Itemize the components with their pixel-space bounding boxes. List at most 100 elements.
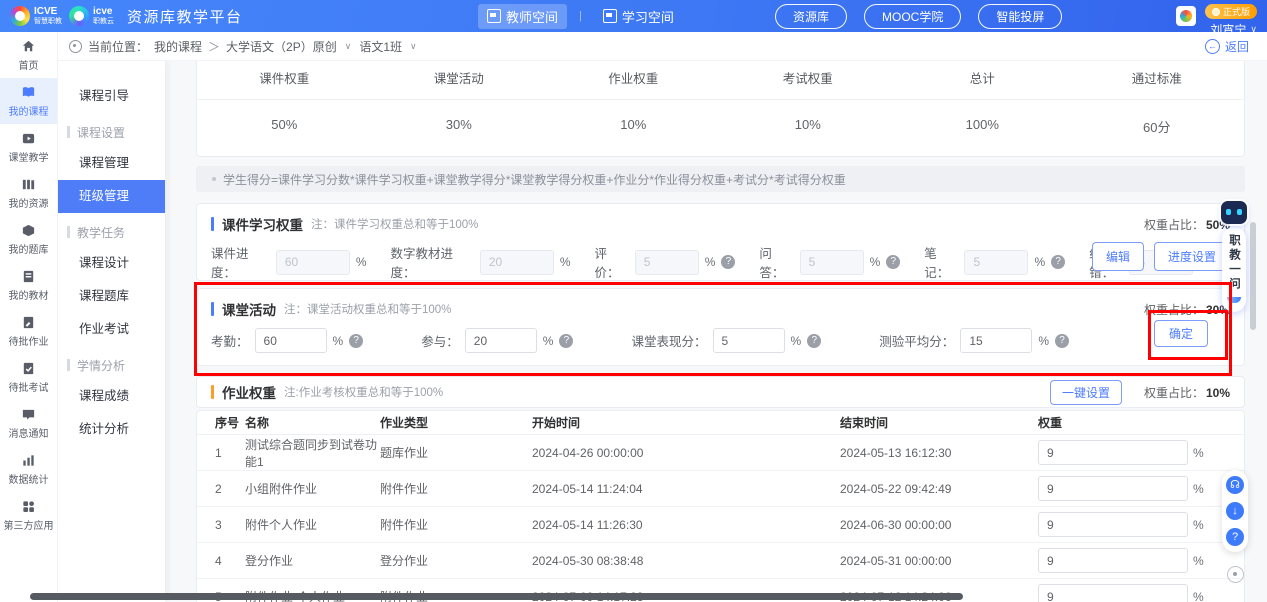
- sidebar-item-my-question-bank[interactable]: 我的题库: [0, 216, 57, 262]
- sidebar-item-home[interactable]: 首页: [0, 32, 57, 78]
- field-label: 评价：: [594, 243, 628, 281]
- cell-weight: %: [1038, 584, 1244, 602]
- sidebar-item-my-courses[interactable]: 我的课程: [0, 78, 57, 124]
- field-qa: 问答： % ?: [759, 243, 900, 281]
- help-icon[interactable]: ?: [1051, 255, 1065, 269]
- qa-input[interactable]: [800, 250, 864, 275]
- notes-input[interactable]: [964, 250, 1028, 275]
- menu-item-class-management[interactable]: 班级管理: [57, 180, 165, 213]
- mooc-academy-button[interactable]: MOOC学院: [864, 4, 961, 29]
- menu-item-homework-exam[interactable]: 作业考试: [57, 313, 165, 346]
- homework-table: 序号 名称 作业类型 开始时间 结束时间 权重 1 测试综合题同步到试卷功能1 …: [196, 410, 1245, 602]
- percent-sign: %: [1193, 554, 1204, 568]
- assistant-label: 职教一问: [1226, 234, 1242, 292]
- cell-end-time: 2024-05-13 16:12:30: [840, 446, 1038, 460]
- courseware-note: 注：课件学习权重总和等于100%: [311, 216, 478, 232]
- one-click-setup-button[interactable]: 一键设置: [1050, 380, 1122, 405]
- percent-sign: %: [1193, 446, 1204, 460]
- nav-teacher-space-label: 教师空间: [506, 7, 558, 26]
- confirm-button[interactable]: 确定: [1154, 320, 1208, 347]
- sidebar-label: 我的资源: [9, 195, 49, 210]
- help-icon[interactable]: ?: [559, 334, 573, 348]
- breadcrumb-prefix: 当前位置：: [88, 38, 148, 55]
- weight-input[interactable]: [1038, 440, 1188, 465]
- customer-service-icon[interactable]: ☊: [1226, 476, 1244, 494]
- evaluation-input[interactable]: [635, 250, 699, 275]
- menu-item-course-question-bank[interactable]: 课程题库: [57, 280, 165, 313]
- menu-item-statistical-analysis[interactable]: 统计分析: [57, 413, 165, 446]
- col-pass-standard: 通过标准: [1070, 68, 1245, 87]
- sidebar-item-my-textbooks[interactable]: 我的教材: [0, 262, 57, 308]
- col-start-time: 开始时间: [532, 414, 840, 431]
- courseware-title: 课件学习权重: [222, 214, 303, 234]
- percent-sign: %: [705, 255, 716, 269]
- vertical-scrollbar[interactable]: [1250, 222, 1256, 330]
- menu-item-course-guide[interactable]: 课程引导: [57, 80, 165, 113]
- help-icon[interactable]: ?: [1055, 334, 1069, 348]
- sidebar-item-classroom-teaching[interactable]: 课堂教学: [0, 124, 57, 170]
- cell-start-time: 2024-05-30 08:38:48: [532, 554, 840, 568]
- col-weight: 权重: [1038, 414, 1244, 431]
- table-row: 4 登分作业 登分作业 2024-05-30 08:38:48 2024-05-…: [197, 543, 1244, 579]
- nav-learning-space[interactable]: 学习空间: [594, 4, 683, 29]
- sidebar-label: 我的课程: [9, 103, 49, 118]
- progress-settings-button[interactable]: 进度设置: [1154, 242, 1230, 271]
- weight-input[interactable]: [1038, 476, 1188, 501]
- breadcrumb-class[interactable]: 语文1班: [359, 38, 402, 55]
- assistant-pill[interactable]: 职教一问: [1222, 227, 1246, 312]
- help-circle-icon[interactable]: ?: [1226, 528, 1244, 546]
- classroom-note: 注：课堂活动权重总和等于100%: [284, 301, 451, 317]
- courseware-progress-input[interactable]: [276, 250, 350, 275]
- col-homework-weight: 作业权重: [546, 68, 721, 87]
- quiz-average-input[interactable]: [960, 328, 1032, 353]
- sidebar-item-statistics[interactable]: 数据统计: [0, 446, 57, 492]
- chevron-down-icon[interactable]: ∨: [345, 41, 352, 52]
- val-total: 100%: [895, 117, 1070, 136]
- smart-cast-button[interactable]: 智能投屏: [978, 4, 1062, 29]
- sidebar-item-third-party-apps[interactable]: 第三方应用: [0, 492, 57, 538]
- field-label: 考勤：: [211, 331, 249, 350]
- scroll-to-top-button[interactable]: [1227, 566, 1244, 583]
- download-icon[interactable]: ↓: [1226, 502, 1244, 520]
- horizontal-scrollbar[interactable]: [30, 593, 963, 600]
- sidebar-item-pending-exams[interactable]: 待批考试: [0, 354, 57, 400]
- breadcrumb-my-courses[interactable]: 我的课程: [154, 38, 202, 55]
- back-button[interactable]: ← 返回: [1205, 38, 1249, 55]
- col-no: 序号: [215, 414, 245, 431]
- resource-library-button[interactable]: 资源库: [775, 4, 847, 29]
- version-badge: 正式版: [1205, 4, 1257, 19]
- menu-item-course-management[interactable]: 课程管理: [57, 147, 165, 180]
- field-attendance: 考勤： % ?: [211, 328, 363, 353]
- help-icon[interactable]: ?: [807, 334, 821, 348]
- weight-input[interactable]: [1038, 584, 1188, 602]
- attendance-input[interactable]: [255, 328, 327, 353]
- sidebar-item-notifications[interactable]: 消息通知: [0, 400, 57, 446]
- weight-input[interactable]: [1038, 548, 1188, 573]
- menu-item-course-design[interactable]: 课程设计: [57, 247, 165, 280]
- zhijiaoyun-swirl-icon: [69, 6, 89, 26]
- menu-item-course-grades[interactable]: 课程成绩: [57, 380, 165, 413]
- robot-icon: [1221, 201, 1247, 224]
- weight-input[interactable]: [1038, 512, 1188, 537]
- edit-button[interactable]: 编辑: [1092, 242, 1144, 271]
- user-menu[interactable]: 刘宵宁 ∨: [1210, 21, 1257, 38]
- archive-box-icon: [21, 223, 36, 238]
- participation-input[interactable]: [465, 328, 537, 353]
- chevron-down-icon[interactable]: ∨: [410, 41, 417, 52]
- help-icon[interactable]: ?: [886, 255, 900, 269]
- nav-learning-space-label: 学习空间: [622, 7, 674, 26]
- courseware-ratio: 权重占比：50%: [1144, 216, 1230, 233]
- digital-textbook-progress-input[interactable]: [480, 250, 554, 275]
- field-notes: 笔记： % ?: [924, 243, 1065, 281]
- sidebar-item-pending-homework[interactable]: 待批作业: [0, 308, 57, 354]
- ai-assistant-widget[interactable]: 职教一问: [1220, 201, 1248, 312]
- help-icon[interactable]: ?: [721, 255, 735, 269]
- breadcrumb-course[interactable]: 大学语文（2P）原创: [226, 38, 337, 55]
- sidebar-item-my-resources[interactable]: 我的资源: [0, 170, 57, 216]
- help-icon[interactable]: ?: [349, 334, 363, 348]
- home-icon: [21, 39, 36, 54]
- class-performance-input[interactable]: [713, 328, 785, 353]
- sidebar-label: 待批作业: [9, 333, 49, 348]
- nav-teacher-space[interactable]: 教师空间: [478, 4, 567, 29]
- ratio-label: 权重占比：: [1144, 386, 1204, 400]
